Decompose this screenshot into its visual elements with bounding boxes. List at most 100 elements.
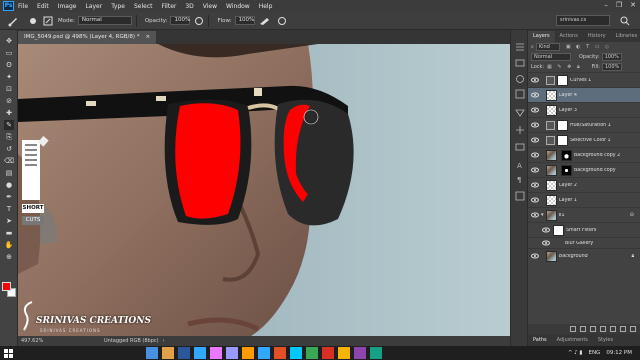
mode-select[interactable]: Normal: [77, 16, 132, 25]
tab-libraries[interactable]: Libraries: [611, 31, 640, 42]
eye-icon[interactable]: [531, 196, 539, 204]
document-tab[interactable]: IMG_5049.psd @ 498% (Layer 4, RGB/8) * ×: [18, 31, 157, 44]
menu-select[interactable]: Select: [134, 3, 153, 10]
brush-panel-toggle[interactable]: [42, 14, 54, 28]
layer-opacity-field[interactable]: 100%: [601, 53, 622, 61]
menu-type[interactable]: Type: [111, 3, 125, 10]
close-icon[interactable]: ×: [146, 31, 151, 44]
layer-row[interactable]: Background copy 2: [528, 147, 640, 162]
filter-type-icons[interactable]: ▣ ◐ T ▭ ◇: [566, 44, 611, 50]
eye-icon[interactable]: [531, 106, 539, 114]
healing-tool-icon[interactable]: ✚: [4, 108, 14, 118]
zoom-readout[interactable]: 497.62%: [18, 338, 64, 344]
eye-icon[interactable]: [542, 239, 550, 247]
menu-view[interactable]: View: [203, 3, 217, 10]
flow-field[interactable]: 100%: [234, 16, 255, 25]
minimize-button[interactable]: –: [604, 1, 608, 9]
taskbar-app-icon[interactable]: [322, 347, 334, 359]
airbrush-icon[interactable]: [259, 16, 271, 26]
pressure-opacity-icon[interactable]: [194, 16, 204, 26]
chevron-down-icon[interactable]: ▾: [541, 212, 544, 218]
pen-tool-icon[interactable]: ✒: [4, 192, 14, 202]
taskbar-app-icon[interactable]: [370, 347, 382, 359]
clock[interactable]: 09:12 PM: [606, 346, 632, 360]
taskbar-app-icon[interactable]: [146, 347, 158, 359]
brush-tool-preset-picker[interactable]: [2, 14, 24, 28]
menu-help[interactable]: Help: [259, 3, 273, 10]
adjustment-layer-icon[interactable]: [600, 326, 606, 332]
eye-icon[interactable]: [531, 136, 539, 144]
taskbar-app-icon[interactable]: [290, 347, 302, 359]
taskbar-app-icon[interactable]: [258, 347, 270, 359]
history-brush-tool-icon[interactable]: ↺: [4, 144, 14, 154]
opacity-field[interactable]: 100%: [170, 16, 191, 25]
pressure-size-icon[interactable]: [277, 16, 287, 26]
brush-tool-icon[interactable]: ✎: [4, 120, 14, 130]
smart-filters-row[interactable]: Smart Filters: [528, 222, 640, 237]
tray-icons[interactable]: ^ ♪ ▮: [568, 346, 583, 360]
zoom-tool-icon[interactable]: ⊕: [4, 252, 14, 262]
taskbar-app-icon[interactable]: [226, 347, 238, 359]
menu-image[interactable]: Image: [58, 3, 77, 10]
workspace-switcher[interactable]: srinivas.cs: [556, 15, 610, 26]
tab-paths[interactable]: Paths: [528, 337, 552, 343]
start-button[interactable]: [0, 346, 16, 360]
layer-row[interactable]: ▾ e1 ⊙: [528, 207, 640, 222]
trash-icon[interactable]: [630, 326, 636, 332]
lasso-tool-icon[interactable]: ʘ: [4, 60, 14, 70]
tab-adjustments[interactable]: Adjustments: [552, 337, 593, 343]
language-indicator[interactable]: ENG: [588, 346, 600, 360]
eye-icon[interactable]: [531, 166, 539, 174]
taskbar-app-icon[interactable]: [306, 347, 318, 359]
blend-mode-select[interactable]: Normal: [531, 53, 571, 61]
layer-row[interactable]: Curves 1: [528, 72, 640, 87]
search-icon[interactable]: [620, 16, 630, 26]
eyedropper-tool-icon[interactable]: ⊘: [4, 96, 14, 106]
close-button[interactable]: ✕: [630, 1, 636, 9]
taskbar-app-icon[interactable]: [274, 347, 286, 359]
eye-icon[interactable]: [542, 226, 550, 234]
layer-kind-filter[interactable]: Kind: [535, 43, 560, 51]
eye-icon[interactable]: [531, 121, 539, 129]
tab-layers[interactable]: Layers: [528, 31, 555, 42]
quick-select-tool-icon[interactable]: ✦: [4, 72, 14, 82]
brush-size-picker[interactable]: [26, 14, 40, 28]
taskbar-app-icon[interactable]: [178, 347, 190, 359]
new-layer-icon[interactable]: [620, 326, 626, 332]
tab-styles[interactable]: Styles: [593, 337, 618, 343]
link-layers-icon[interactable]: [570, 326, 576, 332]
fill-field[interactable]: 100%: [602, 63, 622, 71]
eye-icon[interactable]: [531, 181, 539, 189]
layer-row[interactable]: Layer 2: [528, 177, 640, 192]
clone-tool-icon[interactable]: ⎘: [4, 132, 14, 142]
filter-row[interactable]: Blur Gallery: [528, 237, 640, 248]
menu-file[interactable]: File: [18, 3, 28, 10]
layer-row[interactable]: Background 🔒︎: [528, 248, 640, 263]
marquee-tool-icon[interactable]: ▭: [4, 48, 14, 58]
color-swatches[interactable]: [2, 282, 16, 298]
move-tool-icon[interactable]: ✥: [4, 36, 14, 46]
eye-icon[interactable]: [531, 91, 539, 99]
taskbar-app-icon[interactable]: [210, 347, 222, 359]
eraser-tool-icon[interactable]: ⌫: [4, 156, 14, 166]
chevron-right-icon[interactable]: ›: [163, 338, 165, 344]
taskbar-app-icon[interactable]: [194, 347, 206, 359]
add-mask-icon[interactable]: [590, 326, 596, 332]
shape-tool-icon[interactable]: ▬: [4, 228, 14, 238]
layer-row-active[interactable]: Layer 4: [528, 87, 640, 102]
new-group-icon[interactable]: [610, 326, 616, 332]
eye-icon[interactable]: [531, 252, 539, 260]
layer-row[interactable]: Layer 1: [528, 192, 640, 207]
taskbar-app-icon[interactable]: [354, 347, 366, 359]
menu-filter[interactable]: Filter: [162, 3, 177, 10]
menu-edit[interactable]: Edit: [37, 3, 49, 10]
eye-icon[interactable]: [531, 211, 539, 219]
layer-row[interactable]: Layer 3: [528, 102, 640, 117]
fx-icon[interactable]: [580, 326, 586, 332]
eye-icon[interactable]: [531, 151, 539, 159]
crop-tool-icon[interactable]: ⊡: [4, 84, 14, 94]
menu-layer[interactable]: Layer: [85, 3, 102, 10]
path-select-tool-icon[interactable]: ➤: [4, 216, 14, 226]
taskbar-app-icon[interactable]: [242, 347, 254, 359]
menu-window[interactable]: Window: [226, 3, 250, 10]
